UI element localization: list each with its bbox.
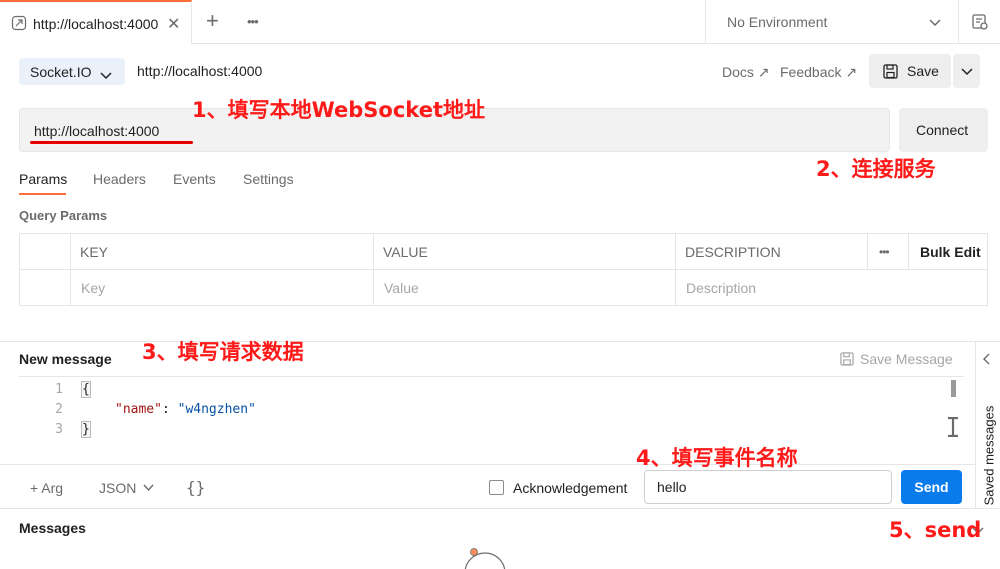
column-header-key: KEY xyxy=(80,244,109,260)
json-value: "w4ngzhen" xyxy=(177,402,256,417)
new-tab-button[interactable]: + xyxy=(206,10,219,32)
line-number: 3 xyxy=(55,422,63,437)
protocol-label: Socket.IO xyxy=(30,64,92,80)
chevron-down-icon xyxy=(961,68,973,76)
acknowledgement-checkbox[interactable] xyxy=(489,480,504,495)
json-key: "name" xyxy=(115,402,162,417)
active-tab-indicator xyxy=(19,193,66,195)
query-params-title: Query Params xyxy=(19,208,108,223)
description-input[interactable]: Description xyxy=(686,280,756,296)
column-divider xyxy=(675,234,676,305)
open-brace: { xyxy=(81,381,91,398)
add-arg-button[interactable]: + Arg xyxy=(30,480,63,496)
messages-title: Messages xyxy=(19,520,86,536)
panel-divider xyxy=(0,508,1000,509)
empty-state-illustration xyxy=(462,547,508,569)
line-number: 1 xyxy=(55,382,63,397)
request-name[interactable]: http://localhost:4000 xyxy=(137,63,262,79)
saved-messages-panel[interactable]: Saved messages xyxy=(975,342,1000,508)
column-header-description: DESCRIPTION xyxy=(685,244,781,260)
tab-headers[interactable]: Headers xyxy=(93,171,146,187)
acknowledgement-label: Acknowledgement xyxy=(513,480,628,496)
close-brace: } xyxy=(81,421,91,438)
column-divider xyxy=(867,234,868,270)
new-message-title: New message xyxy=(19,351,112,367)
editor-scrollbar[interactable] xyxy=(951,380,956,397)
socketio-request-icon xyxy=(11,15,27,34)
tab-settings[interactable]: Settings xyxy=(243,171,294,187)
environment-selector[interactable]: No Environment xyxy=(705,0,958,44)
annotation-step-2: 2、连接服务 xyxy=(816,157,936,181)
json-colon: : xyxy=(161,402,178,417)
tab-bar: http://localhost:4000 ✕ + ••• No Environ… xyxy=(0,0,1000,44)
environment-quicklook-button[interactable] xyxy=(958,0,1000,44)
annotation-step-5: 5、send xyxy=(889,518,982,542)
save-button[interactable]: Save xyxy=(869,54,951,88)
save-label: Save xyxy=(907,63,939,79)
request-tab[interactable]: http://localhost:4000 ✕ xyxy=(0,0,192,44)
bulk-edit-button[interactable]: Bulk Edit xyxy=(920,244,981,260)
close-icon[interactable]: ✕ xyxy=(167,14,180,34)
send-button[interactable]: Send xyxy=(901,470,962,504)
query-params-table: KEY VALUE DESCRIPTION ••• Bulk Edit Key … xyxy=(19,233,988,306)
environment-quicklook-icon xyxy=(972,14,988,30)
floppy-disk-icon xyxy=(883,64,898,79)
chevron-left-icon[interactable] xyxy=(983,352,991,368)
saved-messages-label: Saved messages xyxy=(981,405,997,506)
save-options-button[interactable] xyxy=(953,54,980,88)
column-divider xyxy=(908,234,909,270)
save-message-label: Save Message xyxy=(860,351,953,367)
table-row: Key Value Description xyxy=(20,270,987,306)
column-options-button[interactable]: ••• xyxy=(879,245,890,259)
message-editor[interactable]: 1 2 3 { "name": "w4ngzhen" } xyxy=(19,376,964,464)
annotation-step-4: 4、填写事件名称 xyxy=(636,446,798,470)
connect-button[interactable]: Connect xyxy=(899,108,988,152)
annotation-step-1: 1、填写本地WebSocket地址 xyxy=(192,98,485,122)
docs-link[interactable]: Docs ↗ xyxy=(722,64,770,81)
environment-label: No Environment xyxy=(727,14,828,30)
table-header-row: KEY VALUE DESCRIPTION ••• Bulk Edit xyxy=(20,234,987,270)
protocol-selector[interactable]: Socket.IO xyxy=(19,58,125,85)
value-input[interactable]: Value xyxy=(384,280,419,296)
annotation-underline xyxy=(30,141,193,144)
more-tabs-button[interactable]: ••• xyxy=(247,14,259,29)
event-name-input[interactable] xyxy=(644,470,892,504)
chevron-down-icon xyxy=(143,484,154,492)
column-divider xyxy=(373,234,374,305)
floppy-disk-icon xyxy=(840,352,854,366)
tab-params[interactable]: Params xyxy=(19,171,67,187)
connect-label: Connect xyxy=(916,122,969,138)
line-number: 2 xyxy=(55,402,63,417)
chevron-down-icon xyxy=(929,15,941,31)
feedback-link[interactable]: Feedback ↗ xyxy=(780,64,857,81)
column-divider xyxy=(70,234,71,305)
key-input[interactable]: Key xyxy=(81,280,105,296)
column-header-value: VALUE xyxy=(383,244,428,260)
annotation-step-3: 3、填写请求数据 xyxy=(142,340,304,364)
format-selector[interactable]: JSON xyxy=(99,480,154,496)
text-cursor-icon xyxy=(947,416,959,438)
message-toolbar: + Arg JSON {} Acknowledgement Send xyxy=(0,464,975,508)
tab-events[interactable]: Events xyxy=(173,171,216,187)
code-line: "name": "w4ngzhen" xyxy=(115,402,256,417)
code-line: } xyxy=(81,421,91,438)
chevron-down-icon xyxy=(100,67,112,83)
format-label: JSON xyxy=(99,480,137,496)
beautify-button[interactable]: {} xyxy=(186,478,205,497)
url-value: http://localhost:4000 xyxy=(34,123,160,139)
request-tab-label: http://localhost:4000 xyxy=(33,16,159,32)
code-line: { xyxy=(81,381,91,398)
